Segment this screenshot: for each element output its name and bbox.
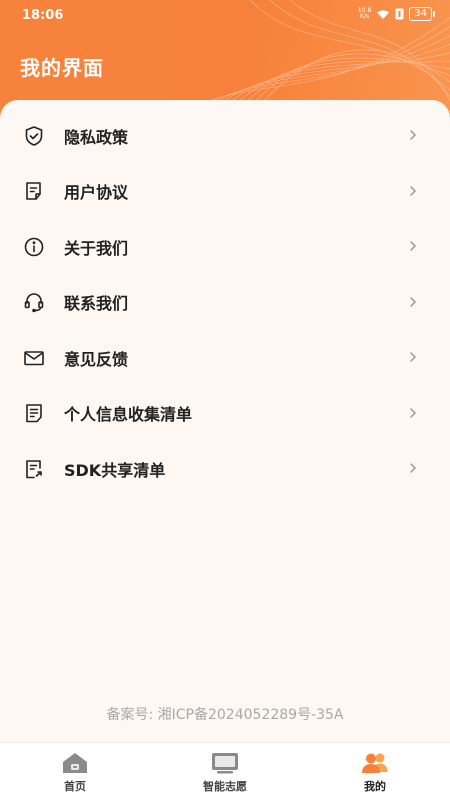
wifi-icon	[377, 9, 390, 19]
mail-icon	[22, 346, 46, 370]
status-bar: 18:06 10.8 K/s 34	[0, 0, 450, 30]
menu-item-privacy-policy[interactable]: 隐私政策	[0, 108, 450, 164]
menu-item-label: 意见反馈	[64, 349, 129, 369]
monitor-icon	[211, 751, 239, 775]
home-icon	[61, 751, 89, 775]
menu-item-label: SDK共享清单	[64, 460, 166, 480]
chevron-right-icon	[410, 296, 417, 307]
users-icon	[361, 751, 389, 775]
battery-indicator: 34	[409, 7, 435, 21]
tab-label: 我的	[364, 780, 386, 793]
document-edit-icon	[22, 179, 46, 203]
tab-smart-volunteer[interactable]: 智能志愿	[150, 743, 300, 800]
chevron-right-icon	[410, 463, 417, 473]
menu-item-about-us[interactable]: 关于我们	[0, 219, 450, 275]
menu-item-sdk-share-list[interactable]: SDK共享清单	[0, 441, 450, 497]
chevron-right-icon	[410, 352, 417, 362]
menu-item-personal-info-list[interactable]: 个人信息收集清单	[0, 386, 450, 442]
icp-record-text[interactable]: 备案号: 湘ICP备2024052289号-35A	[0, 704, 450, 724]
menu-item-label: 用户协议	[64, 183, 129, 203]
sim-icon	[395, 8, 404, 20]
menu-list: 隐私政策 用户协议 关于我们 联系我们 意见反馈 个人信息收集清单 SDK共享清…	[0, 108, 450, 497]
headset-icon	[22, 290, 46, 314]
tab-home[interactable]: 首页	[0, 743, 150, 800]
content-card: 隐私政策 用户协议 关于我们 联系我们 意见反馈 个人信息收集清单 SDK共享清…	[0, 100, 450, 742]
info-circle-icon	[22, 235, 46, 259]
menu-item-user-agreement[interactable]: 用户协议	[0, 164, 450, 220]
chevron-right-icon	[410, 407, 417, 418]
menu-item-contact-us[interactable]: 联系我们	[0, 275, 450, 331]
tab-mine[interactable]: 我的	[300, 743, 450, 800]
share-document-icon	[22, 457, 46, 481]
status-time: 18:06	[22, 8, 64, 23]
page-title: 我的界面	[20, 56, 104, 80]
shield-check-icon	[22, 124, 46, 148]
chevron-right-icon	[410, 130, 417, 140]
network-speed-unit: K/s	[360, 13, 370, 20]
tab-label: 智能志愿	[203, 780, 247, 793]
list-document-icon	[22, 401, 46, 425]
menu-item-label: 隐私政策	[64, 127, 129, 147]
menu-item-feedback[interactable]: 意见反馈	[0, 330, 450, 386]
menu-item-label: 个人信息收集清单	[64, 405, 193, 425]
chevron-right-icon	[410, 241, 417, 251]
menu-item-label: 关于我们	[64, 238, 129, 258]
status-icons: 10.8 K/s 34	[358, 7, 435, 21]
tab-label: 首页	[64, 780, 86, 793]
network-speed: 10.8 K/s	[358, 8, 371, 20]
bottom-tab-bar: 首页 智能志愿 我的	[0, 742, 450, 800]
menu-item-label: 联系我们	[64, 294, 129, 314]
chevron-right-icon	[410, 185, 417, 196]
